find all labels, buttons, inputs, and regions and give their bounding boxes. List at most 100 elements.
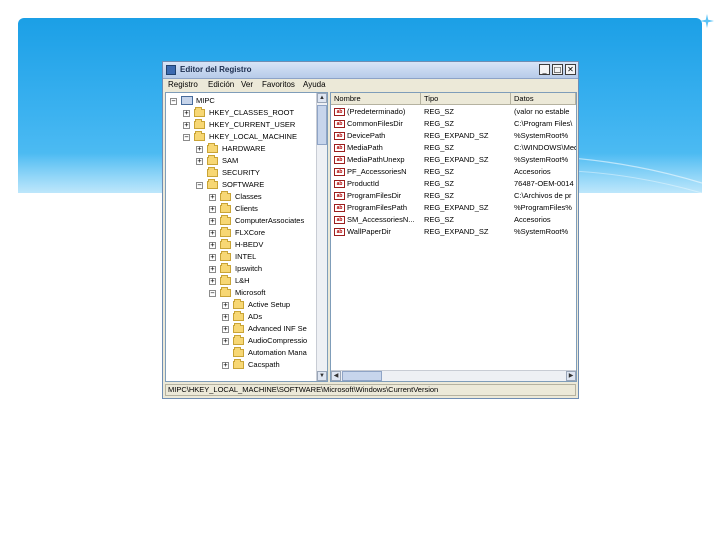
- expand-plus-icon[interactable]: +: [196, 158, 203, 165]
- value-row[interactable]: ab MediaPath REG_SZ C:\WINDOWS\Medi: [331, 142, 576, 154]
- expand-plus-icon[interactable]: +: [222, 326, 229, 333]
- value-row[interactable]: ab SM_AccessoriesN... REG_SZ Accesorios: [331, 214, 576, 226]
- maximize-button[interactable]: □: [552, 64, 563, 75]
- registry-values-list[interactable]: Nombre Tipo Datos ab (Predeterminado) REG_…: [330, 92, 577, 382]
- expand-plus-icon[interactable]: +: [209, 278, 216, 285]
- expand-plus-icon[interactable]: +: [209, 254, 216, 261]
- column-header-data[interactable]: Datos: [511, 93, 576, 105]
- tree-node[interactable]: + SAM: [166, 155, 316, 167]
- tree-node-label: HKEY_LOCAL_MACHINE: [209, 132, 297, 141]
- menu-ver[interactable]: Ver: [241, 80, 253, 89]
- tree-node[interactable]: + Ipswitch: [166, 263, 316, 275]
- expand-plus-icon[interactable]: +: [209, 266, 216, 273]
- value-row[interactable]: ab DevicePath REG_EXPAND_SZ %SystemRoot%: [331, 130, 576, 142]
- value-row[interactable]: ab ProgramFilesPath REG_EXPAND_SZ %ProgramF…: [331, 202, 576, 214]
- scroll-up-arrow-icon[interactable]: ▲: [317, 93, 327, 103]
- folder-icon: [220, 215, 231, 225]
- expand-plus-icon[interactable]: +: [209, 194, 216, 201]
- string-value-icon: ab: [334, 228, 345, 236]
- tree-node[interactable]: + HARDWARE: [166, 143, 316, 155]
- tree-node[interactable]: + INTEL: [166, 251, 316, 263]
- tree-node[interactable]: + Classes: [166, 191, 316, 203]
- list-horizontal-scrollbar[interactable]: ◀ ▶: [331, 370, 576, 381]
- tree-node[interactable]: + HKEY_CLASSES_ROOT: [166, 107, 316, 119]
- expand-plus-icon[interactable]: +: [209, 218, 216, 225]
- string-value-icon: ab: [334, 108, 345, 116]
- tree-node[interactable]: Automation Mana: [166, 347, 316, 359]
- tree-node[interactable]: − HKEY_LOCAL_MACHINE: [166, 131, 316, 143]
- value-data: %ProgramFiles%: [514, 203, 572, 212]
- expand-plus-icon[interactable]: +: [222, 338, 229, 345]
- scroll-right-arrow-icon[interactable]: ▶: [566, 371, 576, 381]
- tree-vertical-scrollbar[interactable]: ▲ ▼: [316, 93, 327, 381]
- value-name: PF_AccessoriesN: [347, 167, 407, 176]
- close-button[interactable]: ✕: [565, 64, 576, 75]
- value-type: REG_SZ: [424, 215, 455, 224]
- expand-plus-icon[interactable]: +: [183, 122, 190, 129]
- value-row[interactable]: ab WallPaperDir REG_EXPAND_SZ %SystemRoot%: [331, 226, 576, 238]
- collapse-minus-icon[interactable]: −: [209, 290, 216, 297]
- menu-registro[interactable]: Registro: [168, 80, 198, 89]
- expand-plus-icon[interactable]: +: [222, 302, 229, 309]
- string-value-icon: ab: [334, 216, 345, 224]
- menu-ayuda[interactable]: Ayuda: [303, 80, 326, 89]
- folder-icon: [220, 263, 231, 273]
- menu-edicion[interactable]: Edición: [208, 80, 234, 89]
- value-row[interactable]: ab CommonFilesDir REG_SZ C:\Program Files\: [331, 118, 576, 130]
- scroll-down-arrow-icon[interactable]: ▼: [317, 371, 327, 381]
- value-name: MediaPath: [347, 143, 383, 152]
- expand-plus-icon[interactable]: +: [222, 362, 229, 369]
- tree-node[interactable]: + ADs: [166, 311, 316, 323]
- value-name: MediaPathUnexp: [347, 155, 405, 164]
- value-row[interactable]: ab ProgramFilesDir REG_SZ C:\Archivos de pr: [331, 190, 576, 202]
- menu-favoritos[interactable]: Favoritos: [262, 80, 295, 89]
- collapse-minus-icon[interactable]: −: [170, 98, 177, 105]
- tree-scroll-thumb[interactable]: [317, 105, 327, 145]
- title-bar[interactable]: Editor del Registro _ □ ✕: [163, 62, 578, 79]
- registry-key-tree[interactable]: − MIPC + HKEY_CLASSES_ROOT + HKEY_CURRENT_USE…: [165, 92, 328, 382]
- tree-node[interactable]: + Active Setup: [166, 299, 316, 311]
- column-header-type[interactable]: Tipo: [421, 93, 511, 105]
- expand-plus-icon[interactable]: +: [209, 206, 216, 213]
- expand-plus-icon[interactable]: +: [196, 146, 203, 153]
- tree-node-label: FLXCore: [235, 228, 266, 237]
- expand-plus-icon[interactable]: +: [183, 110, 190, 117]
- value-row[interactable]: ab PF_AccessoriesN REG_SZ Accesorios: [331, 166, 576, 178]
- value-name: (Predeterminado): [347, 107, 406, 116]
- string-value-icon: ab: [334, 144, 345, 152]
- value-name: WallPaperDir: [347, 227, 391, 236]
- folder-icon: [233, 347, 244, 357]
- expand-plus-icon[interactable]: +: [222, 314, 229, 321]
- tree-node-label: ComputerAssociates: [235, 216, 305, 225]
- value-type: REG_SZ: [424, 191, 455, 200]
- tree-node-label: Advanced INF Se: [248, 324, 307, 333]
- value-row[interactable]: ab (Predeterminado) REG_SZ (valor no establ…: [331, 106, 576, 118]
- expand-plus-icon[interactable]: +: [209, 230, 216, 237]
- collapse-minus-icon[interactable]: −: [183, 134, 190, 141]
- menu-bar: Registro Edición Ver Favoritos Ayuda: [163, 79, 578, 91]
- tree-node[interactable]: + Clients: [166, 203, 316, 215]
- tree-node[interactable]: + L&H: [166, 275, 316, 287]
- minimize-button[interactable]: _: [539, 64, 550, 75]
- tree-node[interactable]: − SOFTWARE: [166, 179, 316, 191]
- list-scroll-thumb[interactable]: [342, 371, 382, 381]
- collapse-minus-icon[interactable]: −: [196, 182, 203, 189]
- tree-node[interactable]: + FLXCore: [166, 227, 316, 239]
- folder-icon: [233, 299, 244, 309]
- tree-node[interactable]: + Advanced INF Se: [166, 323, 316, 335]
- scroll-left-arrow-icon[interactable]: ◀: [331, 371, 341, 381]
- tree-node[interactable]: + Cacspath: [166, 359, 316, 371]
- value-row[interactable]: ab MediaPathUnexp REG_EXPAND_SZ %SystemRoot…: [331, 154, 576, 166]
- value-row[interactable]: ab ProductId REG_SZ 76487-OEM-0014: [331, 178, 576, 190]
- tree-node[interactable]: + ComputerAssociates: [166, 215, 316, 227]
- tree-node[interactable]: − MIPC: [166, 95, 316, 107]
- tree-node[interactable]: SECURITY: [166, 167, 316, 179]
- tree-node-label: HARDWARE: [222, 144, 266, 153]
- tree-node[interactable]: + AudioCompressio: [166, 335, 316, 347]
- expand-plus-icon[interactable]: +: [209, 242, 216, 249]
- tree-node[interactable]: + HKEY_CURRENT_USER: [166, 119, 316, 131]
- column-header-name[interactable]: Nombre: [331, 93, 421, 105]
- tree-node[interactable]: − Microsoft: [166, 287, 316, 299]
- folder-icon: [194, 131, 205, 141]
- tree-node[interactable]: + H-BEDV: [166, 239, 316, 251]
